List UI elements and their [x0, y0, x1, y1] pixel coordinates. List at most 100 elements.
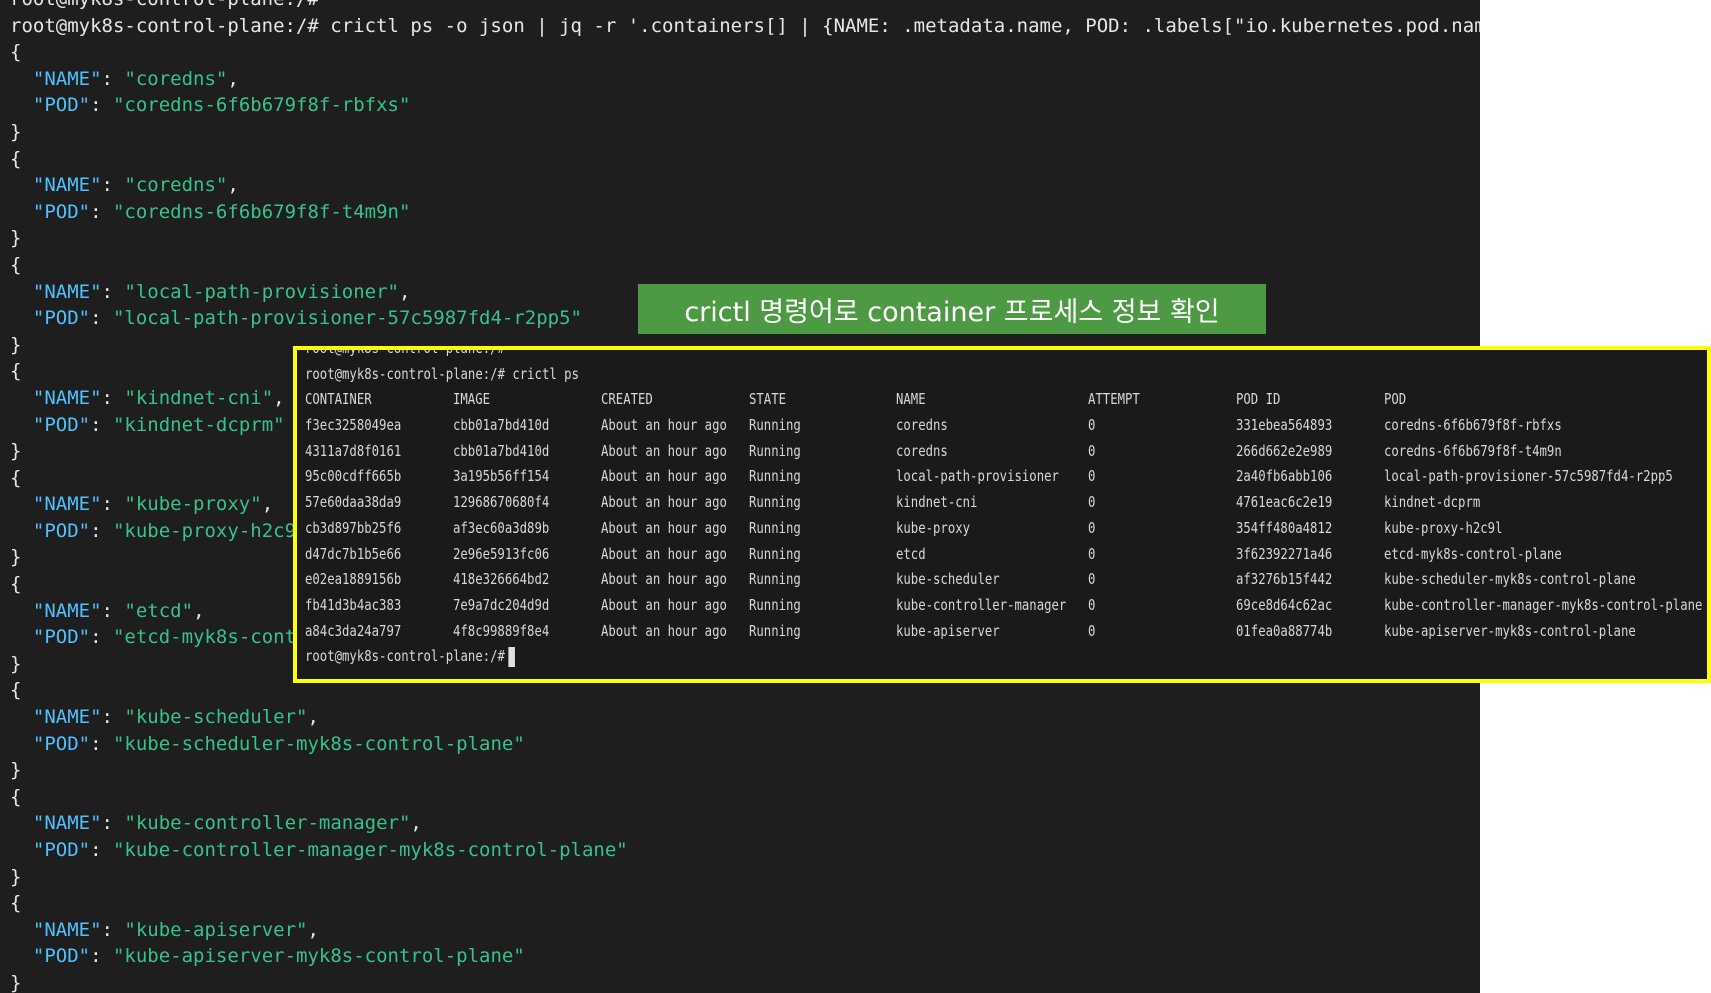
table-cell: 0 [1088, 493, 1096, 512]
table-cell: 4f8c99889f8e4 [453, 621, 550, 640]
table-cell: 95c00cdff665b [305, 467, 402, 486]
json-value: "kube-apiserver-myk8s-control-plane" [112, 945, 525, 968]
json-brace-close: } [10, 759, 22, 782]
json-key: "NAME" [32, 812, 102, 835]
json-brace-open: { [10, 892, 22, 915]
table-cell: kube-scheduler [896, 570, 1000, 589]
table-cell: Running [749, 493, 801, 512]
json-key: "POD" [32, 945, 91, 968]
table-cell: 12968670680f4 [453, 493, 550, 512]
column-header: POD [1384, 390, 1407, 409]
table-cell: Running [749, 518, 801, 537]
json-value: "kube-controller-manager" [124, 812, 411, 835]
json-key: "NAME" [32, 174, 102, 197]
json-key: "POD" [32, 519, 91, 542]
table-cell: Running [749, 570, 801, 589]
table-cell: etcd-myk8s-control-plane [1384, 544, 1562, 563]
json-pod-line: "POD": "coredns-6f6b679f8f-t4m9n" [32, 200, 411, 223]
table-cell: Running [749, 595, 801, 614]
json-value: "coredns-6f6b679f8f-rbfxs" [112, 94, 411, 117]
json-name-line: "NAME": "coredns", [32, 174, 239, 197]
table-cell: kube-scheduler-myk8s-control-plane [1384, 570, 1636, 589]
json-value: "local-path-provisioner-57c5987fd4-r2pp5… [112, 307, 582, 330]
table-cell: About an hour ago [601, 570, 727, 589]
json-value: "coredns" [124, 174, 228, 197]
table-cell: Running [749, 416, 801, 435]
json-brace-open: { [10, 253, 22, 276]
json-pod-line: "POD": "kube-scheduler-myk8s-control-pla… [32, 732, 525, 755]
json-key: "POD" [32, 307, 91, 330]
table-cell: 0 [1088, 595, 1096, 614]
table-cell: 2a40fb6abb106 [1236, 467, 1333, 486]
column-header: ATTEMPT [1088, 390, 1140, 409]
json-value: "coredns-6f6b679f8f-t4m9n" [112, 200, 411, 223]
json-key: "NAME" [32, 599, 102, 622]
json-key: "POD" [32, 413, 91, 436]
table-cell: Running [749, 441, 801, 460]
table-cell: cbb01a7bd410d [453, 441, 550, 460]
prompt-text: root@myk8s-control-plane:/# [305, 647, 505, 666]
text-cursor [508, 646, 515, 667]
table-cell: 418e326664bd2 [453, 570, 550, 589]
table-cell: kube-controller-manager [896, 595, 1067, 614]
json-brace-open: { [10, 147, 22, 170]
table-cell: kube-proxy [896, 518, 971, 537]
table-cell: kindnet-cni [896, 493, 978, 512]
table-cell: etcd [896, 544, 926, 563]
json-value: "local-path-provisioner" [124, 280, 399, 303]
json-key: "NAME" [32, 386, 102, 409]
column-header: STATE [749, 390, 787, 409]
json-value: "coredns" [124, 67, 228, 90]
json-brace-close: } [10, 971, 22, 993]
table-cell: 0 [1088, 544, 1096, 563]
table-cell: coredns [896, 416, 948, 435]
table-cell: 0 [1088, 416, 1096, 435]
table-cell: e02ea1889156b [305, 570, 402, 589]
json-value: "kube-proxy-h2c9l" [112, 519, 319, 542]
table-cell: f3ec3258049ea [305, 416, 402, 435]
json-key: "NAME" [32, 67, 102, 90]
table-cell: 0 [1088, 441, 1096, 460]
json-key: "POD" [32, 94, 91, 117]
table-cell: About an hour ago [601, 518, 727, 537]
crictl-ps-highlight: root@myk8s-control-plane:/# root@myk8s-c… [293, 346, 1711, 683]
table-cell: kube-apiserver [896, 621, 1000, 640]
table-cell: About an hour ago [601, 416, 727, 435]
table-cell: Running [749, 544, 801, 563]
table-cell: 331ebea564893 [1236, 416, 1333, 435]
table-cell: coredns-6f6b679f8f-t4m9n [1384, 441, 1562, 460]
table-cell: 69ce8d64c62ac [1236, 595, 1333, 614]
json-value: "kube-apiserver" [124, 918, 308, 941]
table-cell: 0 [1088, 467, 1096, 486]
json-value: "kube-controller-manager-myk8s-control-p… [112, 839, 628, 861]
table-cell: About an hour ago [601, 544, 727, 563]
json-key: "POD" [32, 839, 91, 861]
caption-label: crictl 명령어로 container 프로세스 정보 확인 [638, 284, 1266, 334]
json-key: "POD" [32, 200, 91, 223]
table-cell: Running [749, 621, 801, 640]
json-key: "NAME" [32, 918, 102, 941]
json-pod-line: "POD": "kube-controller-manager-myk8s-co… [32, 839, 628, 861]
table-cell: About an hour ago [601, 493, 727, 512]
table-cell: cbb01a7bd410d [453, 416, 550, 435]
json-key: "NAME" [32, 280, 102, 303]
json-brace-close: } [10, 227, 22, 250]
table-cell: 266d662e2e989 [1236, 441, 1333, 460]
prompt-line-cut: root@myk8s-control-plane:/# [10, 0, 1480, 13]
table-cell: af3ec60a3d89b [453, 518, 550, 537]
json-name-line: "NAME": "kube-controller-manager", [32, 812, 422, 835]
table-cell: 01fea0a88774b [1236, 621, 1333, 640]
table-cell: local-path-provisioner [896, 467, 1059, 486]
table-cell: af3276b15f442 [1236, 570, 1333, 589]
json-brace-close: } [10, 865, 22, 888]
table-cell: 57e60daa38da9 [305, 493, 402, 512]
table-cell: 0 [1088, 621, 1096, 640]
json-key: "NAME" [32, 493, 102, 516]
table-cell: a84c3da24a797 [305, 621, 402, 640]
table-cell: kube-apiserver-myk8s-control-plane [1384, 621, 1636, 640]
json-value: "kube-scheduler-myk8s-control-plane" [112, 732, 525, 755]
table-cell: About an hour ago [601, 467, 727, 486]
json-value: "kindnet-cni" [124, 386, 274, 409]
table-cell: kindnet-dcprm [1384, 493, 1481, 512]
json-brace-close: } [10, 120, 22, 143]
